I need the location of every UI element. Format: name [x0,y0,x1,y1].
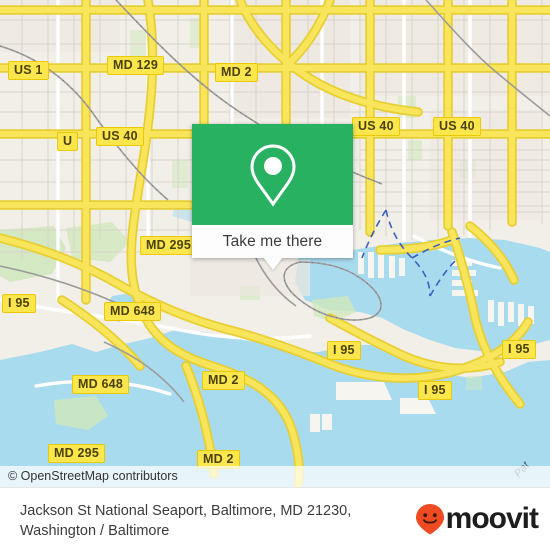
moovit-logo[interactable]: moovit [415,502,539,535]
road-shield: MD 648 [104,302,161,321]
road-shield: US 40 [96,127,144,146]
road-shield: MD 295 [48,444,105,463]
location-popup[interactable]: Take me there [192,124,353,270]
footer-bar: Jackson St National Seaport, Baltimore, … [0,487,550,550]
popup-action-bar[interactable]: Take me there [192,225,353,258]
road-shield: U [57,132,79,151]
road-shield: MD 2 [202,371,245,390]
map-pin-icon [249,143,296,207]
map-attribution: © OpenStreetMap contributors [0,466,550,487]
road-shield: MD 129 [107,56,164,75]
road-shield: US 40 [352,117,400,136]
road-shield: I 95 [418,381,452,400]
road-shield: I 95 [2,294,36,313]
screenshot-root: US 1 MD 129 MD 2 U US 40 US 40 US 40 MD … [0,0,550,550]
road-shield: I 95 [327,341,361,360]
road-shield: MD 2 [215,63,258,82]
road-shield: MD 648 [72,375,129,394]
location-caption: Jackson St National Seaport, Baltimore, … [20,503,352,539]
moovit-pin-smiley-icon [415,504,444,535]
moovit-wordmark: moovit [445,502,539,535]
popup-tail [263,257,283,270]
map-canvas[interactable]: US 1 MD 129 MD 2 U US 40 US 40 US 40 MD … [0,0,550,487]
road-shield: US 40 [433,117,481,136]
road-shield: MD 295 [140,236,197,255]
road-shield: I 95 [502,340,536,359]
take-me-there-label: Take me there [222,232,323,250]
road-shield: US 1 [8,61,49,80]
popup-header [192,124,353,225]
